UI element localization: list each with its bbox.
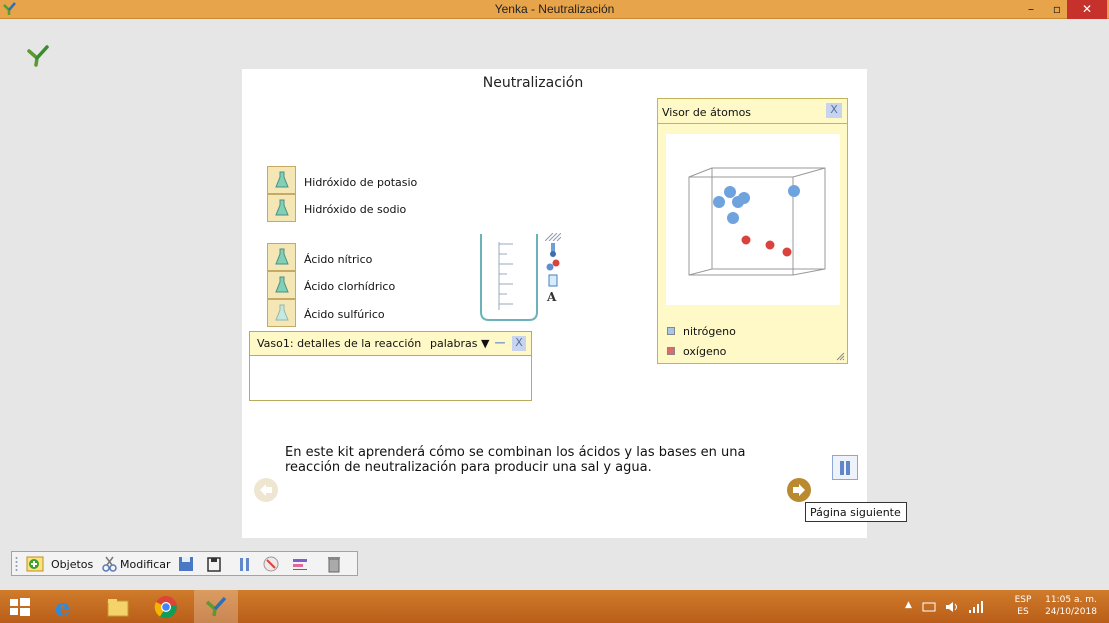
panel-title: Vaso1: detalles de la reacción — [257, 337, 422, 350]
svg-text:e: e — [55, 594, 70, 620]
tray-expand-icon[interactable]: ▲ — [905, 600, 912, 610]
panel-minimize-button[interactable]: — — [493, 337, 507, 351]
legend-item-nitrogen: nitrógeno — [667, 325, 736, 338]
language-indicator[interactable]: ESP ES — [1012, 594, 1034, 618]
yenka-taskbar-button[interactable] — [194, 590, 238, 623]
scissors-icon[interactable] — [101, 555, 119, 573]
bottom-toolbar: Objetos Modificar — [11, 551, 358, 576]
internet-explorer-icon[interactable]: e — [52, 594, 78, 620]
chemical-label: Hidróxido de potasio — [304, 176, 418, 189]
panel-title: Visor de átomos — [662, 106, 752, 119]
legend-swatch — [667, 327, 675, 335]
page-title: Neutralización — [482, 75, 584, 91]
molecules-icon[interactable] — [546, 259, 560, 271]
minimize-button[interactable]: – — [1018, 0, 1044, 19]
save-as-icon[interactable] — [205, 555, 223, 573]
arrow-right-icon — [793, 484, 805, 496]
flask-icon — [275, 276, 289, 293]
network-icon[interactable] — [968, 600, 984, 614]
chemical-label: Ácido sulfúrico — [304, 308, 385, 321]
keyboard-icon[interactable] — [922, 600, 936, 614]
window-title-bar: Yenka - Neutralización – ▫ ✕ — [0, 0, 1109, 19]
lesson-page: Neutralización Hidróxido de potasio Hidr… — [242, 69, 907, 538]
flask-icon — [275, 248, 289, 265]
file-explorer-icon[interactable] — [106, 596, 130, 618]
beaker[interactable] — [479, 232, 539, 324]
toolbar-grip-icon[interactable] — [15, 556, 20, 571]
flask-icon — [275, 199, 289, 216]
chemical-label: Ácido clorhídrico — [304, 280, 396, 293]
chrome-icon[interactable] — [154, 595, 178, 619]
save-icon[interactable] — [177, 555, 195, 573]
volume-icon[interactable] — [945, 600, 961, 614]
trash-icon[interactable] — [325, 555, 343, 573]
flask-icon — [275, 171, 289, 188]
flask-button-potassium-hydroxide[interactable] — [267, 166, 296, 194]
pause-icon[interactable] — [236, 555, 254, 573]
legend-swatch — [667, 347, 675, 355]
close-button[interactable]: ✕ — [1067, 0, 1107, 19]
flask-button-hydrochloric-acid[interactable] — [267, 271, 296, 299]
pause-icon — [840, 461, 850, 475]
chart-icon[interactable] — [291, 555, 309, 573]
legend-item-oxygen: oxígeno — [667, 345, 726, 358]
panel-close-button[interactable]: X — [512, 336, 526, 351]
legend-label: nitrógeno — [683, 325, 736, 338]
modify-button-label[interactable]: Modificar — [120, 558, 171, 571]
reaction-details-panel: Vaso1: detalles de la reacción palabras … — [249, 331, 532, 401]
speed-icon[interactable] — [262, 555, 280, 573]
keyboard-layout: ES — [1017, 607, 1029, 617]
hatch-icon[interactable] — [545, 233, 561, 241]
flask-button-nitric-acid[interactable] — [267, 243, 296, 271]
words-dropdown[interactable]: palabras ▼ — [430, 337, 489, 350]
windows-start-icon[interactable] — [10, 598, 30, 616]
objects-button-label[interactable]: Objetos — [51, 558, 93, 571]
flask-button-sulfuric-acid[interactable] — [267, 299, 296, 327]
clock-time: 11:05 a. m. — [1045, 595, 1097, 605]
beaker-tools: A — [545, 233, 561, 309]
window-title: Yenka - Neutralización — [494, 2, 615, 16]
panel-header: Vaso1: detalles de la reacción palabras … — [250, 332, 531, 356]
objects-icon[interactable] — [26, 555, 46, 573]
lesson-description: En este kit aprenderá cómo se combinan l… — [285, 445, 746, 475]
windows-taskbar: e ▲ ESP ES 11:05 a. m. 24/10/2018 — [0, 590, 1109, 623]
yenka-logo-icon — [205, 596, 227, 617]
atom-viewer-panel: Visor de átomos X nitrógeno oxígeno — [657, 98, 848, 364]
flask-button-sodium-hydroxide[interactable] — [267, 194, 296, 222]
previous-page-button[interactable] — [254, 478, 278, 502]
system-clock[interactable]: 11:05 a. m. 24/10/2018 — [1042, 594, 1100, 618]
next-page-button[interactable] — [787, 478, 811, 502]
resize-grip-icon[interactable] — [836, 352, 845, 361]
arrow-left-icon — [260, 484, 272, 496]
text-tool-icon[interactable]: A — [547, 290, 556, 304]
chemical-label: Ácido nítrico — [304, 253, 373, 266]
cylinder-icon[interactable] — [548, 274, 558, 287]
panel-header: Visor de átomos X — [658, 99, 847, 124]
atom-3d-view[interactable] — [666, 134, 840, 305]
pause-button[interactable] — [832, 455, 858, 480]
thermometer-icon[interactable] — [548, 243, 558, 257]
language-code: ESP — [1014, 595, 1032, 605]
yenka-logo-icon[interactable] — [26, 44, 50, 68]
panel-close-button[interactable]: X — [826, 103, 842, 118]
clock-date: 24/10/2018 — [1045, 607, 1097, 617]
tooltip: Página siguiente — [805, 502, 907, 522]
flask-icon — [275, 304, 289, 321]
chemical-label: Hidróxido de sodio — [304, 203, 407, 216]
legend-label: oxígeno — [683, 345, 727, 358]
